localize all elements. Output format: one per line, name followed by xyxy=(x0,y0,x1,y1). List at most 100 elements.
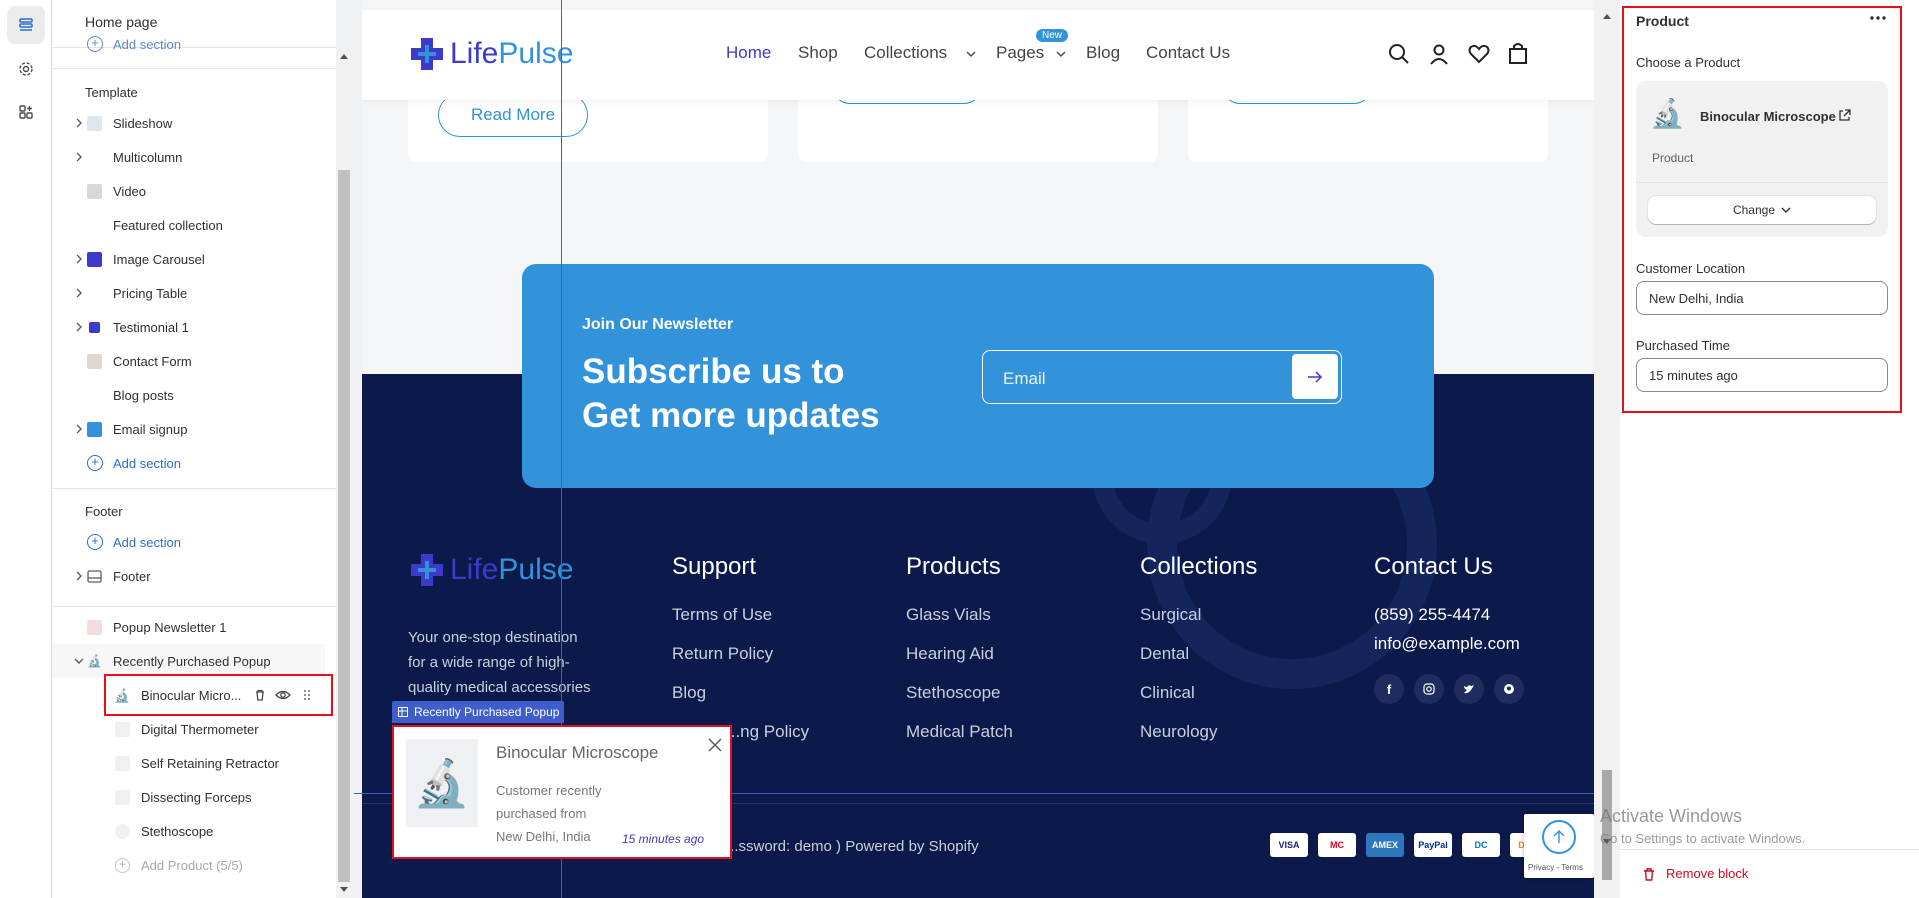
preview-scrollbar[interactable] xyxy=(1594,0,1620,898)
editor-rail xyxy=(0,0,52,898)
footer-link[interactable]: Glass Vials xyxy=(906,605,991,625)
footer-link[interactable]: Neurology xyxy=(1140,722,1218,742)
block-label: Self Retaining Retractor xyxy=(141,756,280,771)
popup-newsletter-icon xyxy=(87,620,102,635)
section-blog-posts[interactable]: Blog posts xyxy=(53,378,336,412)
newsletter-email-field[interactable]: Email xyxy=(982,350,1342,404)
collections-heading: Collections xyxy=(1140,553,1258,580)
testimonial-icon xyxy=(89,322,100,333)
footer-description: Your one-stop destination for a wide ran… xyxy=(408,625,591,700)
site-logo[interactable]: Life Pulse xyxy=(408,35,573,73)
sections-icon[interactable] xyxy=(7,6,45,44)
section-testimonial[interactable]: Testimonial 1 xyxy=(53,310,336,344)
footer-link[interactable]: Blog xyxy=(672,683,706,703)
section-popup-newsletter[interactable]: Popup Newsletter 1 xyxy=(53,610,336,644)
footer-link[interactable]: Surgical xyxy=(1140,605,1201,625)
video-icon xyxy=(87,184,102,199)
newsletter-kicker: Join Our Newsletter xyxy=(582,316,734,333)
section-pricing-table[interactable]: Pricing Table xyxy=(53,276,336,310)
scroll-down-icon[interactable] xyxy=(339,886,349,894)
section-label: Video xyxy=(113,184,147,199)
gear-icon[interactable] xyxy=(7,50,45,88)
nav-collections[interactable]: Collections xyxy=(864,43,947,63)
footer-logo[interactable]: Life Pulse xyxy=(408,551,573,589)
search-icon[interactable] xyxy=(1388,43,1410,65)
highlight-box-left xyxy=(104,674,333,716)
instagram-icon[interactable] xyxy=(1414,674,1444,704)
section-contact-form[interactable]: Contact Form xyxy=(53,344,336,378)
chevron-right-icon[interactable] xyxy=(73,151,85,163)
account-icon[interactable] xyxy=(1428,43,1450,65)
section-label: Contact Form xyxy=(113,354,192,369)
arrow-right-icon xyxy=(1308,370,1323,383)
facebook-icon[interactable]: f xyxy=(1374,674,1404,704)
remove-block-button[interactable]: Remove block xyxy=(1642,866,1748,881)
footer-link[interactable]: Hearing Aid xyxy=(906,644,994,664)
section-image-carousel[interactable]: Image Carousel xyxy=(53,242,336,276)
back-to-top-button[interactable] xyxy=(1542,820,1576,854)
section-slideshow[interactable]: Slideshow xyxy=(53,106,336,140)
highlight-box-settings xyxy=(1622,6,1902,413)
footer-link[interactable]: Return Policy xyxy=(672,644,773,664)
apps-icon[interactable] xyxy=(7,93,45,131)
paypal-icon: PayPal xyxy=(1414,833,1452,857)
scroll-up-icon[interactable] xyxy=(339,52,349,60)
add-section-button[interactable]: + Add section xyxy=(87,455,181,471)
copyright-text: ...ssword: demo ) Powered by Shopify xyxy=(726,838,979,855)
footer-link[interactable]: Stethoscope xyxy=(906,683,1001,703)
chevron-right-icon[interactable] xyxy=(73,570,85,582)
section-video[interactable]: Video xyxy=(53,174,336,208)
nav-pages[interactable]: Pages xyxy=(996,43,1044,63)
section-footer[interactable]: Footer xyxy=(53,559,336,593)
add-product-button[interactable]: + Add Product (5/5) xyxy=(53,848,336,882)
section-featured-collection[interactable]: Featured collection xyxy=(53,208,336,242)
contact-phone[interactable]: (859) 255-4474 xyxy=(1374,605,1490,625)
section-email-signup[interactable]: Email signup xyxy=(53,412,336,446)
chevron-right-icon[interactable] xyxy=(73,287,85,299)
nav-shop[interactable]: Shop xyxy=(798,43,838,63)
subscribe-arrow-button[interactable] xyxy=(1292,354,1338,399)
forceps-thumb-icon xyxy=(115,790,130,805)
footer-link[interactable]: Terms of Use xyxy=(672,605,772,625)
activate-windows-subtitle: Go to Settings to activate Windows. xyxy=(1600,831,1806,846)
group-label-template: Template xyxy=(85,85,138,100)
section-multicolumn[interactable]: Multicolumn xyxy=(53,140,336,174)
block-label: Stethoscope xyxy=(141,824,214,839)
footer-link[interactable]: Dental xyxy=(1140,644,1189,664)
section-label: Image Carousel xyxy=(113,252,205,267)
visa-icon: VISA xyxy=(1270,833,1308,857)
wishlist-heart-icon[interactable] xyxy=(1468,44,1490,64)
group-label-footer: Footer xyxy=(85,504,123,519)
nav-blog[interactable]: Blog xyxy=(1086,43,1120,63)
chevron-down-icon[interactable] xyxy=(73,655,85,667)
scroll-up-icon[interactable] xyxy=(1602,12,1612,20)
contact-email[interactable]: info@example.com xyxy=(1374,634,1520,654)
chevron-right-icon[interactable] xyxy=(73,117,85,129)
recaptcha-badge[interactable]: Privacy - Terms xyxy=(1524,814,1594,878)
footer-link[interactable]: ...ng Policy xyxy=(726,722,809,742)
pinterest-icon[interactable] xyxy=(1494,674,1524,704)
twitter-icon[interactable] xyxy=(1454,674,1484,704)
section-recently-purchased-popup[interactable]: 🔬 Recently Purchased Popup xyxy=(53,644,325,678)
block-stethoscope[interactable]: Stethoscope xyxy=(53,814,336,848)
chevron-right-icon[interactable] xyxy=(73,253,85,265)
footer-link[interactable]: Clinical xyxy=(1140,683,1195,703)
newsletter-heading-line2: Get more updates xyxy=(582,396,880,435)
left-scroll-thumb[interactable] xyxy=(338,170,350,882)
popup-selection-tag[interactable]: Recently Purchased Popup xyxy=(392,701,564,723)
stethoscope-thumb-icon xyxy=(115,824,130,839)
chevron-right-icon[interactable] xyxy=(73,321,85,333)
block-self-retaining-retractor[interactable]: Self Retaining Retractor xyxy=(53,746,336,780)
cart-bag-icon[interactable] xyxy=(1508,42,1528,64)
add-section-scrolled[interactable]: + Add section xyxy=(87,36,181,52)
nav-home[interactable]: Home xyxy=(726,43,771,63)
grid-icon xyxy=(398,707,408,717)
footer-link[interactable]: Medical Patch xyxy=(906,722,1013,742)
footer-add-section-button[interactable]: + Add section xyxy=(87,534,181,550)
nav-contact[interactable]: Contact Us xyxy=(1146,43,1230,63)
block-dissecting-forceps[interactable]: Dissecting Forceps xyxy=(53,780,336,814)
recaptcha-links[interactable]: Privacy - Terms xyxy=(1528,863,1583,872)
block-digital-thermometer[interactable]: Digital Thermometer xyxy=(53,712,336,746)
chevron-right-icon[interactable] xyxy=(73,423,85,435)
section-label: Email signup xyxy=(113,422,188,437)
